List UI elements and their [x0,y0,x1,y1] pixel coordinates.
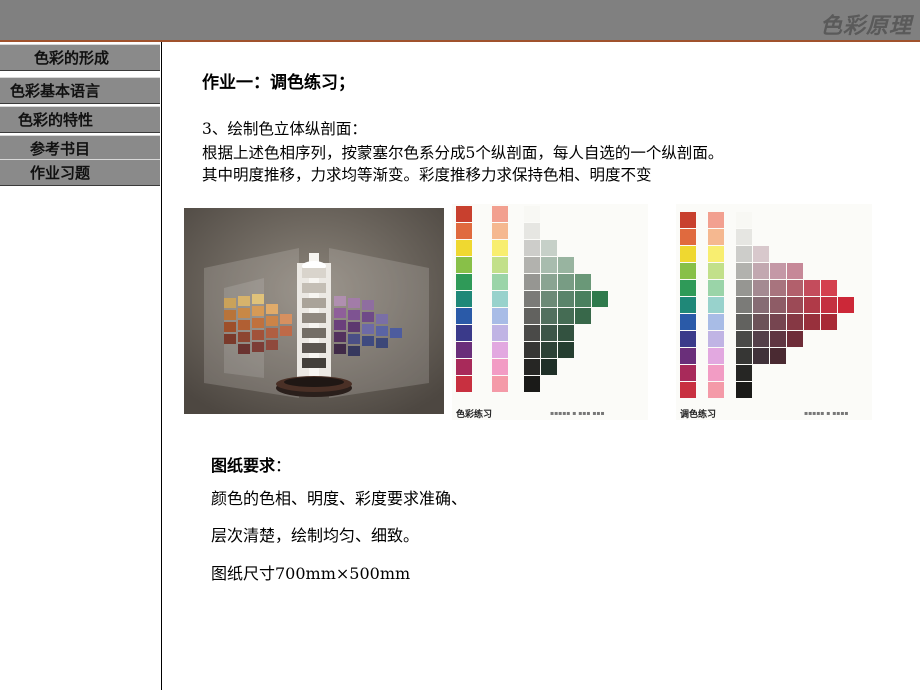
section-chart-green [456,206,608,392]
sidebar-item-label: 参考书目 [30,140,91,158]
sidebar-item-basic-language[interactable]: 色彩基本语言 [0,77,160,104]
requirement-1: 颜色的色相、明度、彩度要求准确、 [211,489,468,508]
section-chart-red [680,212,854,398]
figure-note-1: ▪▪▪▪▪ ▪ ▪▪▪ ▪▪▪ [550,410,605,417]
figure-caption-1: 色彩练习 [456,410,493,420]
title-bar: 色彩原理 [0,0,920,40]
color-solid-photo [184,208,444,414]
sidebar-item-formation[interactable]: 色彩的形成 [0,44,160,71]
requirements-title: 图纸要求： [211,452,291,476]
section-card-red: 调色练习 ▪▪▪▪▪ ▪ ▪▪▪▪ [676,204,872,420]
color-solid-illustration [184,208,444,414]
requirements-colon: ： [275,456,292,475]
sidebar-item-label: 色彩的形成 [34,49,110,67]
sidebar-item-label: 色彩基本语言 [10,82,101,100]
page-title: 作业一：调色练习； [202,73,355,93]
task-line-1: 3、绘制色立体纵剖面： [202,120,367,138]
task-line-3: 其中明度推移，力求均等渐变。彩度推移力求保持色相、明度不变 [202,166,652,184]
sidebar: 色彩的形成 色彩基本语言 色彩的特性 参考书目 作业习题 [0,42,162,690]
requirements-label: 图纸要求 [211,456,276,475]
sidebar-item-label: 作业习题 [30,164,91,182]
figure-note-2: ▪▪▪▪▪ ▪ ▪▪▪▪ [804,410,849,417]
task-line-2: 根据上述色相序列，按蒙塞尔色系分成5个纵剖面，每人自选的一个纵剖面。 [202,144,724,162]
sidebar-item-label: 色彩的特性 [18,111,94,129]
requirement-3: 图纸尺寸700mm×500mm [211,564,411,583]
sidebar-item-references[interactable]: 参考书目 [0,135,160,162]
sidebar-item-exercises[interactable]: 作业习题 [0,159,160,186]
section-card-green: 色彩练习 ▪▪▪▪▪ ▪ ▪▪▪ ▪▪▪ [452,204,648,420]
sidebar-item-properties[interactable]: 色彩的特性 [0,106,160,133]
figure-caption-2: 调色练习 [680,410,717,420]
requirement-2: 层次清楚，绘制均匀、细致。 [211,526,420,545]
brand-title: 色彩原理 [819,14,912,39]
